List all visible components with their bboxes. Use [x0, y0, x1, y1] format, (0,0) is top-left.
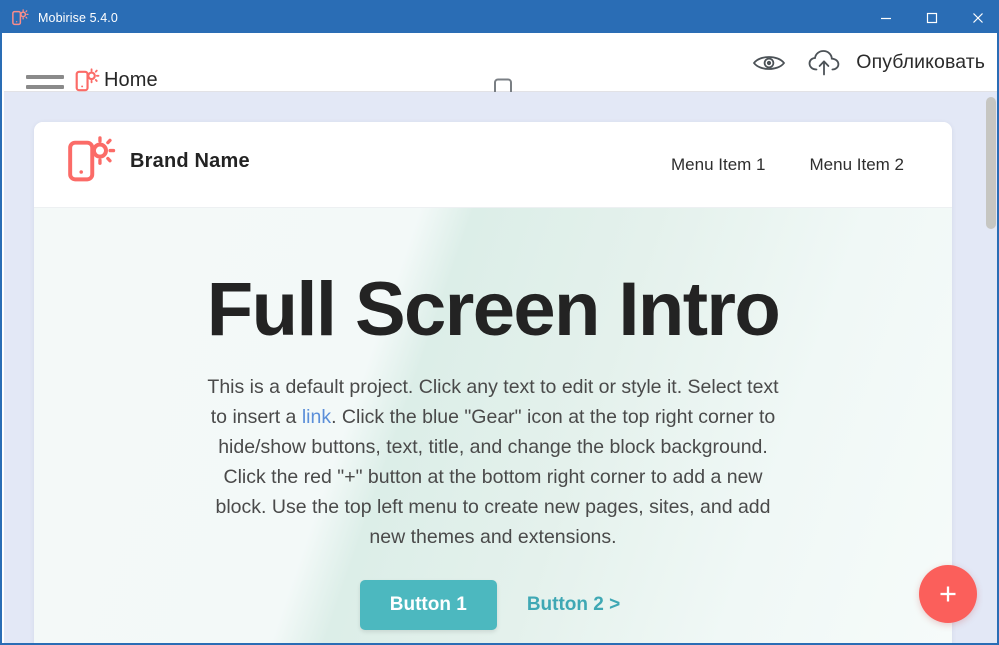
mobirise-logo-icon	[74, 68, 100, 94]
plus-icon	[936, 582, 960, 606]
brand-name: Brand Name	[130, 149, 250, 172]
hero-paragraph-link[interactable]: link	[302, 406, 331, 428]
mobirise-logo-icon	[11, 8, 29, 27]
hero-button-1[interactable]: Button 1	[359, 580, 497, 630]
site-nav-item-2[interactable]: Menu Item 2	[810, 155, 905, 175]
mobirise-logo-icon	[66, 136, 116, 186]
eye-preview-icon[interactable]	[752, 52, 786, 74]
page-title[interactable]: Home	[104, 69, 158, 92]
publish-button[interactable]: Опубликовать	[807, 49, 985, 77]
editor-canvas: Brand Name Menu Item 1 Menu Item 2 Full …	[4, 92, 997, 643]
hero-block[interactable]: Full Screen Intro This is a default proj…	[34, 208, 952, 643]
site-nav-item-1[interactable]: Menu Item 1	[671, 155, 766, 175]
brand-block[interactable]: Brand Name	[66, 136, 250, 186]
cloud-upload-icon	[807, 49, 843, 77]
site-header: Brand Name Menu Item 1 Menu Item 2	[34, 122, 952, 208]
title-bar: Mobirise 5.4.0	[2, 2, 997, 33]
site-nav: Menu Item 1 Menu Item 2	[671, 122, 904, 207]
hero-title[interactable]: Full Screen Intro	[34, 208, 952, 348]
hero-content: Full Screen Intro This is a default proj…	[34, 208, 952, 630]
canvas-scrollbar[interactable]	[983, 92, 997, 643]
window-controls	[863, 2, 997, 33]
window-title: Mobirise 5.4.0	[38, 10, 118, 25]
scrollbar-thumb[interactable]	[986, 97, 996, 229]
publish-label: Опубликовать	[856, 51, 985, 73]
minimize-icon[interactable]	[863, 2, 909, 33]
hero-paragraph[interactable]: This is a default project. Click any tex…	[205, 348, 781, 552]
app-toolbar: Home My Site	[4, 33, 997, 111]
toolbar-right-actions: Опубликовать	[752, 33, 985, 92]
maximize-icon[interactable]	[909, 2, 955, 33]
hero-buttons: Button 1 Button 2 >	[34, 552, 952, 630]
page-preview: Brand Name Menu Item 1 Menu Item 2 Full …	[34, 122, 952, 643]
hero-button-2[interactable]: Button 2 >	[521, 580, 626, 630]
app-window: Mobirise 5.4.0 Home Опубликовать Brand N…	[0, 0, 999, 645]
close-icon[interactable]	[955, 2, 997, 33]
add-block-button[interactable]	[919, 565, 977, 623]
